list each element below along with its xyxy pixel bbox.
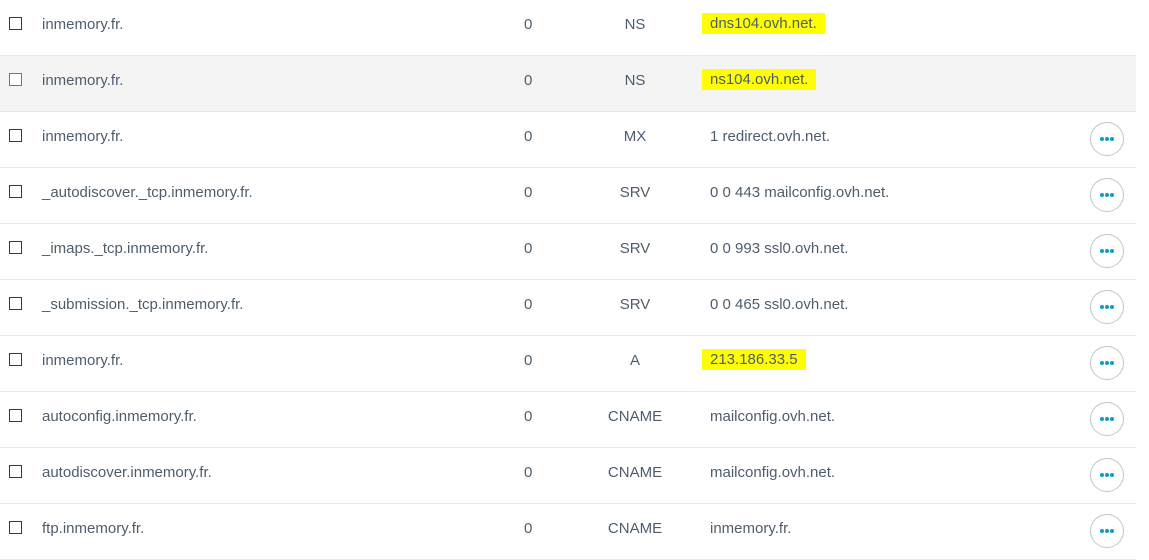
record-target: 213.186.33.5 xyxy=(702,349,806,371)
more-horizontal-icon xyxy=(1100,417,1114,421)
record-domain: inmemory.fr. xyxy=(42,72,124,89)
record-domain: autodiscover.inmemory.fr. xyxy=(42,464,212,481)
record-type: CNAME xyxy=(607,464,663,481)
record-target: ns104.ovh.net. xyxy=(702,69,817,91)
row-actions-button[interactable] xyxy=(1090,122,1124,156)
record-target-cell: 0 0 993 ssl0.ovh.net. xyxy=(702,224,856,279)
row-checkbox[interactable] xyxy=(9,353,22,366)
record-type: NS xyxy=(624,16,646,33)
record-ttl: 0 xyxy=(524,352,533,369)
record-type: SRV xyxy=(619,184,651,201)
record-domain: ftp.inmemory.fr. xyxy=(42,520,145,537)
row-select-cell xyxy=(9,56,23,111)
more-horizontal-icon xyxy=(1100,193,1114,197)
table-row: inmemory.fr. 0 A 213.186.33.5 xyxy=(0,336,1136,392)
more-horizontal-icon xyxy=(1100,305,1114,309)
record-ttl: 0 xyxy=(524,520,533,537)
record-type: CNAME xyxy=(607,408,663,425)
row-actions-button[interactable] xyxy=(1090,402,1124,436)
row-select-cell xyxy=(9,504,23,559)
record-type: SRV xyxy=(619,240,651,257)
row-select-cell xyxy=(9,336,23,391)
record-target: 0 0 993 ssl0.ovh.net. xyxy=(710,240,849,257)
record-target: mailconfig.ovh.net. xyxy=(710,408,836,425)
record-ttl: 0 xyxy=(524,464,533,481)
row-select-cell xyxy=(9,224,23,279)
table-row: _imaps._tcp.inmemory.fr. 0 SRV 0 0 993 s… xyxy=(0,224,1136,280)
record-target-cell: dns104.ovh.net. xyxy=(702,0,825,55)
row-checkbox[interactable] xyxy=(9,129,22,142)
record-target-cell: 0 0 443 mailconfig.ovh.net. xyxy=(702,168,897,223)
row-select-cell xyxy=(9,168,23,223)
record-target-cell: mailconfig.ovh.net. xyxy=(702,448,843,503)
record-target-cell: inmemory.fr. xyxy=(702,504,799,559)
record-ttl: 0 xyxy=(524,16,533,33)
table-row: inmemory.fr. 0 MX 1 redirect.ovh.net. xyxy=(0,112,1136,168)
record-domain: _submission._tcp.inmemory.fr. xyxy=(42,296,244,313)
row-actions-button[interactable] xyxy=(1090,178,1124,212)
row-checkbox[interactable] xyxy=(9,185,22,198)
row-checkbox[interactable] xyxy=(9,465,22,478)
record-ttl: 0 xyxy=(524,184,533,201)
record-domain: inmemory.fr. xyxy=(42,128,124,145)
record-ttl: 0 xyxy=(524,72,533,89)
record-type: MX xyxy=(623,128,647,145)
row-actions-button[interactable] xyxy=(1090,346,1124,380)
row-select-cell xyxy=(9,280,23,335)
row-checkbox[interactable] xyxy=(9,409,22,422)
row-select-cell xyxy=(9,392,23,447)
row-select-cell xyxy=(9,112,23,167)
record-target: 1 redirect.ovh.net. xyxy=(710,128,831,145)
record-target-cell: 213.186.33.5 xyxy=(702,336,806,391)
record-domain: inmemory.fr. xyxy=(42,16,124,33)
record-target: 0 0 443 mailconfig.ovh.net. xyxy=(710,184,890,201)
more-horizontal-icon xyxy=(1100,473,1114,477)
more-horizontal-icon xyxy=(1100,249,1114,253)
record-ttl: 0 xyxy=(524,408,533,425)
record-domain: _imaps._tcp.inmemory.fr. xyxy=(42,240,209,257)
record-target: 0 0 465 ssl0.ovh.net. xyxy=(710,296,849,313)
table-row: inmemory.fr. 0 NS ns104.ovh.net. xyxy=(0,56,1136,112)
table-row: autodiscover.inmemory.fr. 0 CNAME mailco… xyxy=(0,448,1136,504)
row-actions-button[interactable] xyxy=(1090,290,1124,324)
table-row: inmemory.fr. 0 NS dns104.ovh.net. xyxy=(0,0,1136,56)
table-row: _submission._tcp.inmemory.fr. 0 SRV 0 0 … xyxy=(0,280,1136,336)
more-horizontal-icon xyxy=(1100,137,1114,141)
record-domain: autoconfig.inmemory.fr. xyxy=(42,408,197,425)
table-row: _autodiscover._tcp.inmemory.fr. 0 SRV 0 … xyxy=(0,168,1136,224)
record-ttl: 0 xyxy=(524,128,533,145)
row-actions-button[interactable] xyxy=(1090,458,1124,492)
record-target-cell: 1 redirect.ovh.net. xyxy=(702,112,838,167)
row-checkbox[interactable] xyxy=(9,521,22,534)
row-checkbox[interactable] xyxy=(9,17,22,30)
record-type: NS xyxy=(624,72,646,89)
table-row: ftp.inmemory.fr. 0 CNAME inmemory.fr. xyxy=(0,504,1136,560)
row-checkbox[interactable] xyxy=(9,241,22,254)
row-select-cell xyxy=(9,448,23,503)
record-type: SRV xyxy=(619,296,651,313)
record-type: CNAME xyxy=(607,520,663,537)
row-checkbox[interactable] xyxy=(9,73,22,86)
record-target: inmemory.fr. xyxy=(710,520,792,537)
row-actions-button[interactable] xyxy=(1090,234,1124,268)
record-domain: inmemory.fr. xyxy=(42,352,124,369)
record-ttl: 0 xyxy=(524,240,533,257)
record-target-cell: ns104.ovh.net. xyxy=(702,56,817,111)
record-target: mailconfig.ovh.net. xyxy=(710,464,836,481)
record-target: dns104.ovh.net. xyxy=(702,13,825,35)
record-type: A xyxy=(629,352,640,369)
record-target-cell: 0 0 465 ssl0.ovh.net. xyxy=(702,280,856,335)
row-checkbox[interactable] xyxy=(9,297,22,310)
record-target-cell: mailconfig.ovh.net. xyxy=(702,392,843,447)
more-horizontal-icon xyxy=(1100,529,1114,533)
row-actions-button[interactable] xyxy=(1090,514,1124,548)
table-row: autoconfig.inmemory.fr. 0 CNAME mailconf… xyxy=(0,392,1136,448)
more-horizontal-icon xyxy=(1100,361,1114,365)
row-select-cell xyxy=(9,0,23,55)
dns-records-table: inmemory.fr. 0 NS dns104.ovh.net. inmemo… xyxy=(0,0,1136,560)
record-ttl: 0 xyxy=(524,296,533,313)
record-domain: _autodiscover._tcp.inmemory.fr. xyxy=(42,184,253,201)
